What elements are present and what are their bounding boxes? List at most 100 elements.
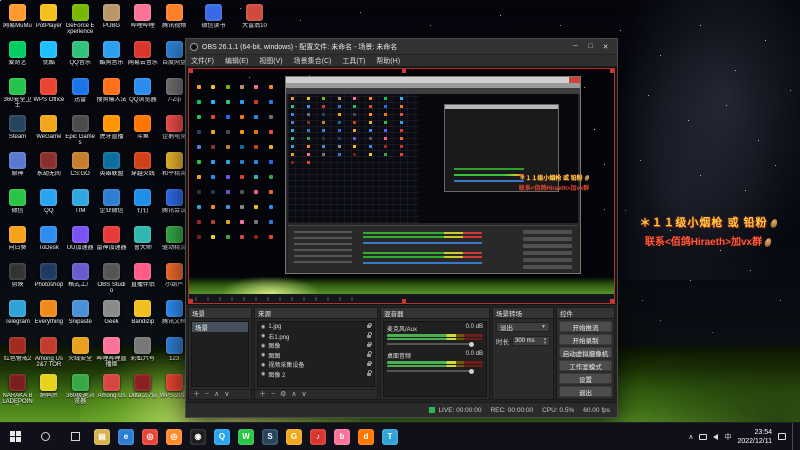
clock[interactable]: 23:54 2022/12/11	[737, 428, 772, 446]
search-button[interactable]	[30, 423, 60, 450]
desktop-icon[interactable]: 直播伴侣	[127, 263, 158, 300]
maximize-button[interactable]: □	[583, 41, 598, 53]
control-button[interactable]: 退出	[559, 386, 612, 397]
source-item[interactable]: ◉ 1.jpg	[258, 322, 374, 332]
desktop-icon[interactable]: Snipaste	[65, 300, 96, 337]
menu-item[interactable]: 编辑(E)	[225, 56, 248, 66]
desktop-icon[interactable]: 微信读书	[198, 4, 229, 29]
taskbar-app-button[interactable]: T	[378, 423, 402, 450]
volume-slider[interactable]	[387, 367, 483, 375]
sources-toolbar-button[interactable]: ∨	[302, 390, 307, 399]
desktop-icon[interactable]: 向日葵	[2, 226, 33, 263]
desktop-icon[interactable]: 哔哩哔哩直播姬	[96, 337, 127, 374]
spinner-arrows-icon[interactable]: ▲▼	[543, 337, 547, 345]
sources-toolbar-button[interactable]: ⚙	[280, 390, 286, 399]
volume-slider[interactable]	[387, 340, 483, 348]
scenes-toolbar-button[interactable]: ＋	[193, 390, 200, 399]
desktop-icon[interactable]: 永劫无间	[33, 152, 64, 189]
desktop-icon[interactable]: Geek	[96, 300, 127, 337]
desktop-icon[interactable]: Photoshop	[33, 263, 64, 300]
desktop-icon[interactable]: 360极速浏览器	[65, 374, 96, 411]
selection-handle[interactable]	[610, 299, 614, 303]
lock-icon[interactable]	[367, 335, 371, 338]
scenes-toolbar-button[interactable]: −	[205, 390, 209, 399]
network-icon[interactable]	[699, 434, 707, 440]
selection-handle[interactable]	[189, 69, 193, 73]
desktop-icon[interactable]: 斗鱼	[127, 115, 158, 152]
desktop-icon[interactable]: Among Us 2&7 TOR	[33, 337, 64, 374]
taskbar-app-button[interactable]: ♪	[306, 423, 330, 450]
duration-spinner[interactable]: 300 ms ▲▼	[512, 336, 550, 346]
desktop-icon[interactable]: 格式工厂	[65, 263, 96, 300]
control-button[interactable]: 启动虚拟摄像机	[559, 347, 612, 358]
desktop-icon[interactable]: 钉钉	[127, 189, 158, 226]
desktop-icon[interactable]: 原神	[2, 152, 33, 189]
desktop-icon[interactable]: PUBG	[96, 4, 127, 41]
visibility-eye-icon[interactable]: ◉	[261, 343, 265, 349]
control-button[interactable]: 开始录制	[559, 334, 612, 345]
input-language-indicator[interactable]: 中	[724, 432, 731, 442]
scenes-toolbar-button[interactable]: ∨	[224, 390, 229, 399]
source-item[interactable]: ◉ 右1.png	[258, 332, 374, 342]
source-item[interactable]: ◉ 图像 2	[258, 370, 374, 380]
desktop-icon[interactable]: UU加速器	[65, 226, 96, 263]
desktop-icon[interactable]: 网易MuMu	[2, 4, 33, 41]
taskbar-app-button[interactable]: e	[114, 423, 138, 450]
scene-item[interactable]: 场景	[192, 322, 248, 332]
desktop-icon[interactable]: Everything	[33, 300, 64, 337]
desktop-icon[interactable]: Bandizip	[127, 300, 158, 337]
desktop-icon[interactable]: WeGame	[33, 115, 64, 152]
desktop-icon[interactable]: QQ浏览器	[127, 78, 158, 115]
desktop-icon[interactable]: GeForce Experience	[65, 4, 96, 41]
menu-item[interactable]: 视图(V)	[259, 56, 282, 66]
desktop-icon[interactable]: 哔哩哔哩	[127, 4, 158, 41]
menu-item[interactable]: 场景集合(C)	[294, 56, 332, 66]
tray-expand-icon[interactable]: ∧	[688, 433, 693, 441]
desktop-icon[interactable]: OBS Studio	[96, 263, 127, 300]
selection-handle[interactable]	[610, 69, 614, 73]
selection-handle[interactable]	[402, 299, 406, 303]
visibility-eye-icon[interactable]: ◉	[261, 371, 265, 377]
lock-icon[interactable]	[367, 325, 371, 328]
visibility-eye-icon[interactable]: ◉	[261, 333, 265, 339]
source-item[interactable]: ◉ 图像	[258, 341, 374, 351]
lock-icon[interactable]	[367, 373, 371, 376]
desktop-icon[interactable]: 红色警戒2	[2, 337, 33, 374]
desktop-icon[interactable]: 鲁大师	[127, 226, 158, 263]
desktop-icon[interactable]: ToDesk	[33, 226, 64, 263]
desktop-icon[interactable]: 腾讯视频	[159, 4, 190, 41]
taskbar-app-button[interactable]: d	[354, 423, 378, 450]
desktop-icon[interactable]: 穿越火线	[127, 152, 158, 189]
action-center-icon[interactable]	[778, 433, 786, 440]
taskbar-app-button[interactable]: ◎	[138, 423, 162, 450]
selection-handle[interactable]	[189, 299, 193, 303]
desktop-icon[interactable]: TIM	[65, 189, 96, 226]
taskbar-app-button[interactable]: W	[234, 423, 258, 450]
control-button[interactable]: 工作室模式	[559, 360, 612, 371]
desktop-icon[interactable]: 大富翁10	[239, 4, 270, 29]
minimize-button[interactable]: ─	[568, 41, 583, 53]
desktop-icon[interactable]: 酷狗音乐	[96, 41, 127, 78]
show-desktop-button[interactable]	[792, 423, 795, 450]
control-button[interactable]: 设置	[559, 373, 612, 384]
task-view-button[interactable]	[60, 423, 90, 450]
desktop-icon[interactable]: 雷神加速器	[96, 226, 127, 263]
source-item[interactable]: ◉ 图图	[258, 351, 374, 361]
volume-icon[interactable]	[713, 434, 718, 440]
desktop-icon[interactable]: 彩虹六号	[127, 337, 158, 374]
menu-item[interactable]: 工具(T)	[342, 56, 365, 66]
desktop-icon[interactable]: WPS Office	[33, 78, 64, 115]
taskbar-app-button[interactable]: b	[330, 423, 354, 450]
visibility-eye-icon[interactable]: ◉	[261, 324, 265, 330]
sources-toolbar-button[interactable]: −	[271, 390, 275, 399]
desktop-icon[interactable]: 搜狗输入法	[96, 78, 127, 115]
desktop-icon[interactable]: 英雄联盟	[96, 152, 127, 189]
sources-toolbar-button[interactable]: ＋	[259, 390, 266, 399]
lock-icon[interactable]	[367, 344, 371, 347]
desktop-icon[interactable]: PotPlayer	[33, 4, 64, 41]
scenes-toolbar-button[interactable]: ∧	[214, 390, 219, 399]
desktop-icon[interactable]: 微信	[2, 189, 33, 226]
lock-icon[interactable]	[367, 354, 371, 357]
desktop-icon[interactable]: 鹅鸭杀	[33, 374, 64, 411]
taskbar-app-button[interactable]: ◉	[186, 423, 210, 450]
